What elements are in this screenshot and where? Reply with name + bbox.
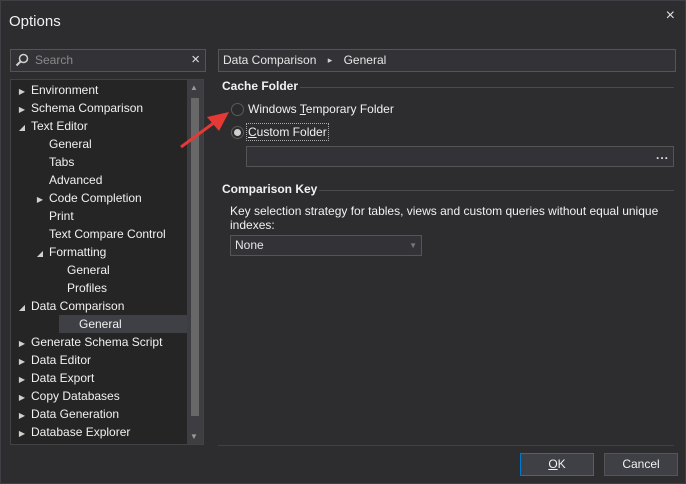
tree-item[interactable]: ◢ Data Comparison [11,297,124,315]
tree-item-label: Data Generation [31,407,120,421]
comparison-key-description: Key selection strategy for tables, views… [230,204,659,232]
chevron-down-icon[interactable]: ▼ [409,236,417,255]
tree-item[interactable]: ◢ Text Editor [11,117,88,135]
tree-item[interactable]: ▶ Generate Schema Script [11,333,162,351]
tree-item-label: Data Export [31,371,95,385]
ok-button[interactable]: OK [520,453,594,476]
annotation-arrow-icon [180,112,229,149]
tree-item[interactable]: ◢ Formatting [11,243,106,261]
chevron-right-icon: ▸ [327,55,333,66]
options-dialog: Options × Search × ▶ Environment ▶ Schema C… [0,0,686,484]
tree-item[interactable]: ▶ Code Completion [11,189,142,207]
tree-item-label: Data Comparison [31,299,125,313]
comparison-key-heading: Comparison Key [222,182,318,196]
search-icon [15,53,29,67]
tree-item-label: Formatting [49,245,107,259]
expand-arrow-icon[interactable]: ▶ [17,425,27,443]
dialog-title: Options [9,13,61,30]
tree-item[interactable]: ▶ Database Explorer [11,423,130,441]
tree-item[interactable]: General [11,135,92,153]
tree-item-label: Print [49,209,74,223]
breadcrumb: Data Comparison ▸ General [218,49,676,72]
tree-item-label: Schema Comparison [31,101,144,115]
tree-item-label: Code Completion [49,191,142,205]
tree-item-label: Generate Schema Script [31,335,163,349]
custom-folder-path-input[interactable]: ... [246,146,674,167]
tree-item-label: Data Editor [31,353,92,367]
search-placeholder[interactable]: Search [35,53,73,67]
close-icon[interactable]: × [666,7,675,25]
custom-folder-label[interactable]: Custom Folder [246,123,329,141]
section-divider [300,87,674,88]
tree-item-label: Tabs [49,155,75,169]
cancel-button[interactable]: Cancel [604,453,678,476]
tree-item[interactable]: Text Compare Control [11,225,166,243]
tree-item-label: Copy Databases [31,389,120,403]
tree-item[interactable]: ▶ Data Editor [11,351,91,369]
tree-item-label: Text Compare Control [49,227,166,241]
tree-item[interactable]: ▶ Data Export [11,369,94,387]
tree-item[interactable]: General [59,315,202,333]
breadcrumb-item[interactable]: Data Comparison [223,53,316,67]
collapse-arrow-icon[interactable]: ◢ [17,299,27,317]
comparison-key-select[interactable]: None ▼ [230,235,422,256]
tree-item-label: Database Explorer [31,425,131,439]
scroll-up-icon[interactable]: ▲ [190,83,198,92]
tree-item[interactable]: Tabs [11,153,74,171]
windows-temp-folder-label[interactable]: Windows Temporary Folder [248,102,394,116]
tree-item-label: General [67,263,110,277]
selected-value: None [235,238,264,252]
cache-folder-heading: Cache Folder [222,79,299,93]
tree-item[interactable]: ▶ Data Generation [11,405,119,423]
clear-search-icon[interactable]: × [191,51,200,68]
tree-item[interactable]: Profiles [11,279,107,297]
tree-item-label: General [49,137,92,151]
tree-item-label: Text Editor [31,119,88,133]
browse-button[interactable]: ... [656,148,669,162]
options-tree: ▶ Environment ▶ Schema Comparison ◢ Text Edit… [10,79,204,445]
breadcrumb-item-current[interactable]: General [344,53,387,67]
tree-item[interactable]: Print [11,207,74,225]
tree-item[interactable]: General [11,261,110,279]
section-divider [319,190,674,191]
tree-item[interactable]: ▶ Environment [11,81,98,99]
footer-divider [218,445,674,446]
tree-item-label: Profiles [67,281,108,295]
tree-item-label: Advanced [49,173,103,187]
tree-item-label: General [79,317,122,331]
tree-item-label: Environment [31,83,99,97]
tree-item[interactable]: Advanced [11,171,102,189]
scroll-down-icon[interactable]: ▼ [190,432,198,441]
search-box[interactable]: Search × [10,49,206,72]
tree-item[interactable]: ▶ Copy Databases [11,387,120,405]
tree-item[interactable]: ▶ Schema Comparison [11,99,143,117]
